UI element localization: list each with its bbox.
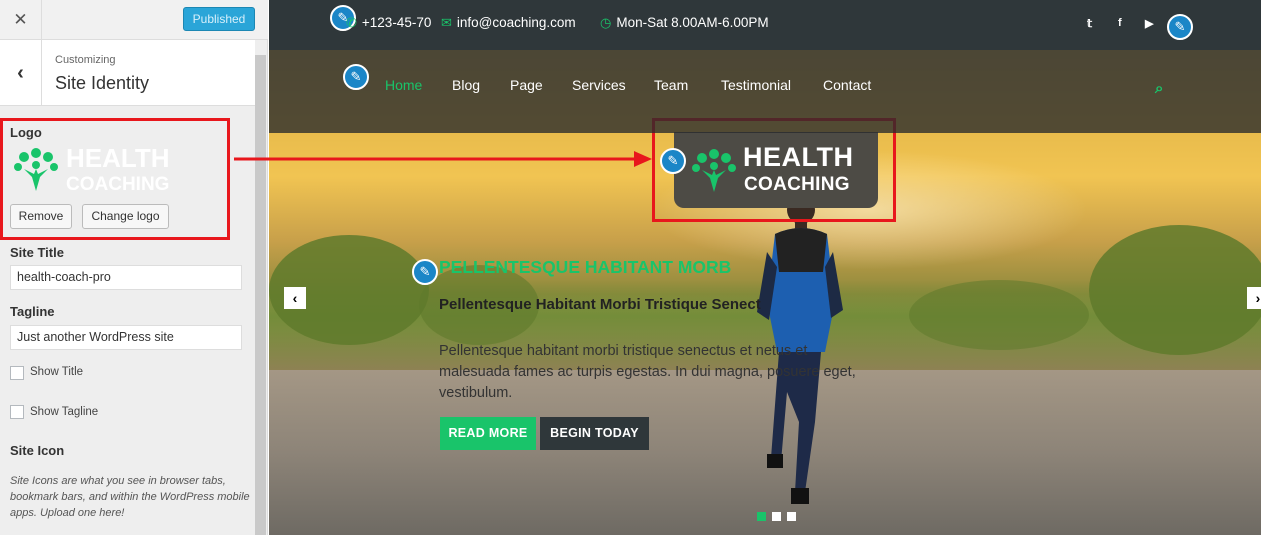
annotation-arrow xyxy=(234,151,652,167)
